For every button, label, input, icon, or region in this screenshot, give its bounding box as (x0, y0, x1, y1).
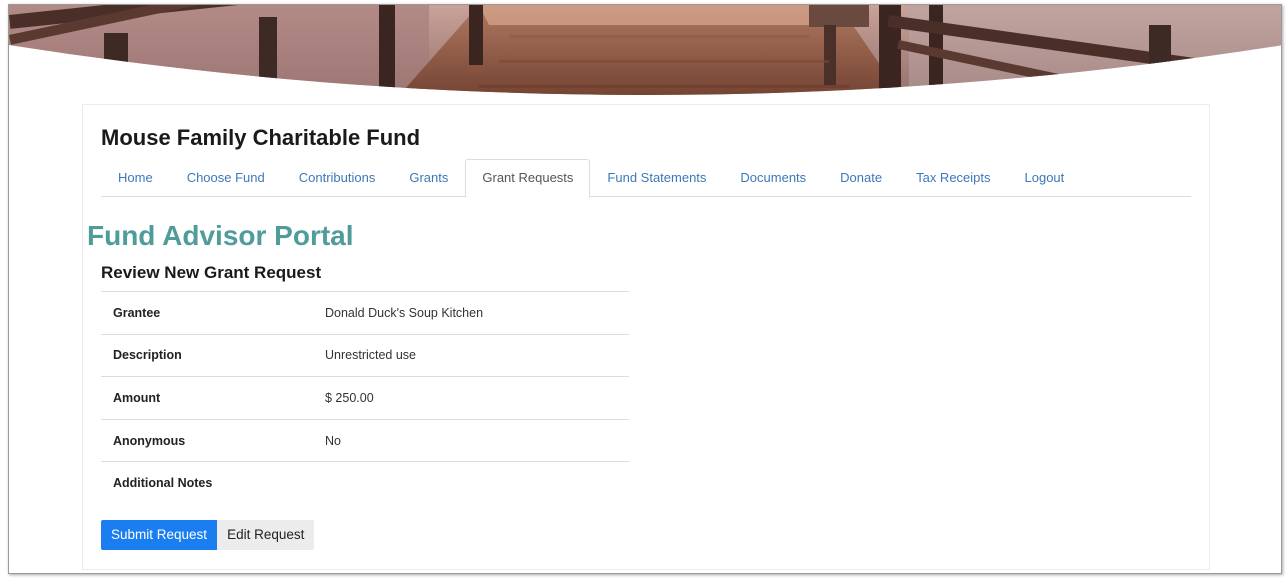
table-row: Grantee Donald Duck's Soup Kitchen (101, 291, 629, 335)
nav-tab-fund-statements[interactable]: Fund Statements (590, 159, 723, 197)
nav-tab-contributions[interactable]: Contributions (282, 159, 393, 197)
edit-request-button[interactable]: Edit Request (217, 520, 315, 550)
table-row: Description Unrestricted use (101, 334, 629, 377)
table-row: Amount $ 250.00 (101, 376, 629, 420)
nav-tab-documents[interactable]: Documents (723, 159, 823, 197)
app-window: Mouse Family Charitable Fund Home Choose… (8, 4, 1282, 574)
nav-tab-choose-fund[interactable]: Choose Fund (170, 159, 282, 197)
nav-tab-grant-requests[interactable]: Grant Requests (465, 159, 591, 198)
nav-tab-home[interactable]: Home (101, 159, 170, 197)
table-row: Additional Notes (101, 461, 629, 505)
submit-request-button[interactable]: Submit Request (101, 520, 218, 550)
row-value-additional-notes (313, 462, 629, 505)
row-label-amount: Amount (113, 390, 161, 405)
row-value-grantee: Donald Duck's Soup Kitchen (325, 305, 484, 320)
nav-tab-tax-receipts[interactable]: Tax Receipts (899, 159, 1007, 197)
site-title: Mouse Family Charitable Fund (101, 125, 421, 150)
grant-request-summary-table: Grantee Donald Duck's Soup Kitchen Descr… (101, 291, 629, 504)
nav-tab-logout[interactable]: Logout (1008, 159, 1082, 197)
row-label-additional-notes: Additional Notes (113, 476, 213, 491)
header-banner-image (9, 5, 1281, 95)
row-value-amount: $ 250.00 (325, 390, 374, 405)
main-nav-tabs: Home Choose Fund Contributions Grants Gr… (101, 159, 1191, 198)
table-row: Anonymous No (101, 419, 629, 462)
row-label-anonymous: Anonymous (113, 433, 186, 448)
row-label-description: Description (113, 348, 182, 363)
nav-tab-grants[interactable]: Grants (392, 159, 465, 197)
row-value-description: Unrestricted use (325, 348, 417, 363)
row-value-anonymous: No (325, 433, 341, 448)
portal-title: Fund Advisor Portal (87, 220, 354, 251)
content-panel: Mouse Family Charitable Fund Home Choose… (82, 104, 1210, 570)
review-section-title: Review New Grant Request (101, 263, 322, 282)
row-label-grantee: Grantee (113, 305, 161, 320)
action-buttons: Submit Request Edit Request (101, 520, 315, 550)
nav-tab-donate[interactable]: Donate (823, 159, 899, 197)
